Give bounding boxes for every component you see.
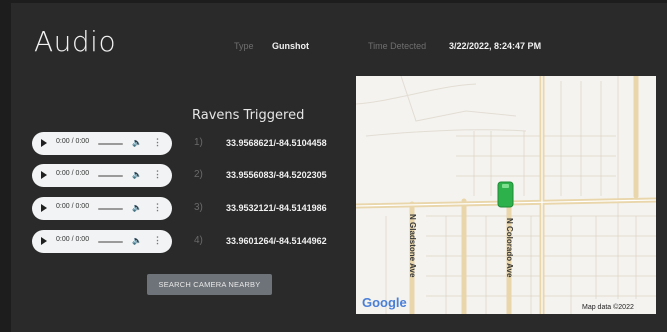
audio-time: 0:00 / 0:00 xyxy=(56,170,90,177)
raven-index: 1) xyxy=(194,137,203,148)
map[interactable]: N Gladstone Ave N Colorado Ave Google Ma… xyxy=(356,76,656,314)
audio-time: 0:00 / 0:00 xyxy=(56,203,90,210)
map-canvas[interactable]: N Gladstone Ave N Colorado Ave Google Ma… xyxy=(356,76,656,314)
volume-icon[interactable]: 🔈 xyxy=(132,236,142,245)
audio-panel: Audio Type Gunshot Time Detected 3/22/20… xyxy=(11,3,667,332)
volume-icon[interactable]: 🔈 xyxy=(132,203,142,212)
raven-index: 2) xyxy=(194,169,203,180)
raven-coords: 33.9532121/-84.5141986 xyxy=(226,203,327,213)
audio-progress-bar[interactable] xyxy=(98,208,123,210)
more-options-icon[interactable]: ⋮ xyxy=(153,169,162,180)
play-icon[interactable] xyxy=(41,171,47,179)
audio-player[interactable]: 0:00 / 0:00 🔈 ⋮ xyxy=(32,230,172,253)
location-marker-icon[interactable] xyxy=(497,181,514,208)
audio-progress-bar[interactable] xyxy=(98,241,123,243)
audio-progress-bar[interactable] xyxy=(98,143,123,145)
audio-progress-bar[interactable] xyxy=(98,175,123,177)
map-attribution: Map data ©2022 xyxy=(582,303,634,311)
more-options-icon[interactable]: ⋮ xyxy=(153,137,162,148)
play-icon[interactable] xyxy=(41,204,47,212)
raven-coords: 33.9568621/-84.5104458 xyxy=(226,138,327,148)
type-value: Gunshot xyxy=(272,41,309,51)
play-icon[interactable] xyxy=(41,237,47,245)
audio-player[interactable]: 0:00 / 0:00 🔈 ⋮ xyxy=(32,132,172,155)
time-detected-label: Time Detected xyxy=(368,41,427,51)
page-title: Audio xyxy=(34,25,117,58)
volume-icon[interactable]: 🔈 xyxy=(132,138,142,147)
audio-player[interactable]: 0:00 / 0:00 🔈 ⋮ xyxy=(32,197,172,220)
audio-time: 0:00 / 0:00 xyxy=(56,138,90,145)
street-label-gladstone: N Gladstone Ave xyxy=(408,214,417,278)
play-icon[interactable] xyxy=(41,139,47,147)
audio-time: 0:00 / 0:00 xyxy=(56,236,90,243)
search-camera-nearby-button[interactable]: SEARCH CAMERA NEARBY xyxy=(147,274,272,295)
type-label: Type xyxy=(234,41,254,51)
raven-index: 4) xyxy=(194,235,203,246)
ravens-triggered-title: Ravens Triggered xyxy=(192,108,305,123)
raven-coords: 33.9601264/-84.5144962 xyxy=(226,236,327,246)
volume-icon[interactable]: 🔈 xyxy=(132,170,142,179)
google-logo: Google xyxy=(362,295,407,310)
time-detected-value: 3/22/2022, 8:24:47 PM xyxy=(449,41,542,51)
street-label-colorado: N Colorado Ave xyxy=(505,218,514,278)
more-options-icon[interactable]: ⋮ xyxy=(153,235,162,246)
audio-player[interactable]: 0:00 / 0:00 🔈 ⋮ xyxy=(32,164,172,187)
raven-index: 3) xyxy=(194,202,203,213)
more-options-icon[interactable]: ⋮ xyxy=(153,202,162,213)
raven-coords: 33.9556083/-84.5202305 xyxy=(226,170,327,180)
